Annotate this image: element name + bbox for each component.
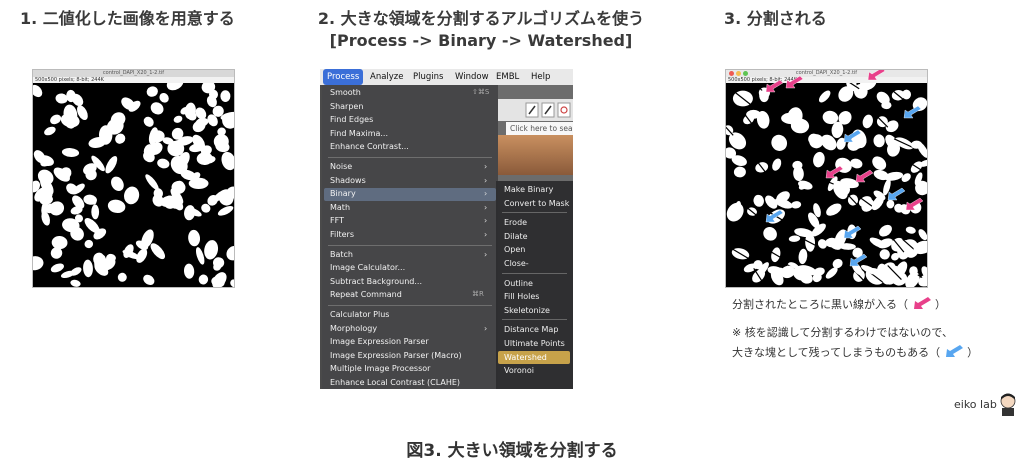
- menu-bar: Process Analyze Plugins Window EMBL Help: [320, 69, 573, 85]
- menu-separator: [502, 212, 567, 214]
- menu-shortcut: ⌘R: [472, 290, 484, 299]
- step2-line2: [Process -> Binary -> Watershed]: [329, 31, 633, 50]
- process-menu-item[interactable]: Noise: [330, 161, 352, 172]
- note1-text: 分割されたところに黒い線が入る（: [732, 298, 908, 311]
- nuclei-blobs: [33, 83, 234, 287]
- binary-nuclei-image: [33, 83, 234, 287]
- binary-submenu-item[interactable]: Ultimate Points: [504, 338, 565, 349]
- pink-arrow-icon: [855, 169, 874, 183]
- toolbar-strip: [498, 99, 573, 121]
- figure-caption: 図3. 大きい領域を分割する: [406, 441, 618, 461]
- blue-arrow-icon: [843, 225, 862, 239]
- process-menu-item[interactable]: Find Edges: [330, 114, 373, 125]
- process-menu-item[interactable]: Morphology: [330, 323, 377, 334]
- menu-separator: [328, 305, 492, 306]
- chevron-right-icon: ›: [484, 230, 488, 239]
- blue-arrow-icon: [903, 105, 922, 119]
- process-menu-item[interactable]: Calculator Plus: [330, 309, 389, 320]
- menu-embl[interactable]: EMBL: [492, 69, 523, 85]
- step1-heading: 1. 二値化した画像を用意する: [20, 9, 235, 28]
- process-menu-item[interactable]: Subtract Background...: [330, 276, 422, 287]
- process-menu-item[interactable]: FFT: [330, 215, 344, 226]
- watershed-menu-item[interactable]: Watershed: [504, 352, 547, 363]
- binary-submenu-item[interactable]: Distance Map: [504, 324, 558, 335]
- blue-arrow-icon: [849, 253, 868, 267]
- process-menu-item[interactable]: Repeat Command: [330, 289, 402, 300]
- step3-heading: 3. 分割される: [724, 9, 827, 28]
- step2-heading: 2. 大きな領域を分割するアルゴリズムを使う [Process -> Binar…: [291, 8, 671, 52]
- process-menu-item[interactable]: Image Calculator...: [330, 262, 405, 273]
- process-menu-item[interactable]: Enhance Contrast...: [330, 141, 409, 152]
- blue-arrow-icon: [843, 129, 862, 143]
- step2-line1: 2. 大きな領域を分割するアルゴリズムを使う: [317, 9, 645, 28]
- pink-arrow-icon: [905, 197, 924, 211]
- chevron-right-icon: ›: [484, 249, 488, 259]
- binary-submenu-item[interactable]: Convert to Mask: [504, 198, 569, 209]
- note2-end: ）: [967, 346, 979, 359]
- tool-icons: [525, 102, 571, 118]
- process-menu-item[interactable]: Find Maxima...: [330, 128, 388, 139]
- chevron-right-icon: ›: [484, 189, 488, 199]
- chevron-right-icon: ›: [484, 216, 488, 226]
- process-menu-item[interactable]: Smooth: [330, 87, 361, 98]
- binary-submenu-item[interactable]: Fill Holes: [504, 291, 539, 302]
- note-caveat-line1: ※ 核を認識して分割するわけではないので、: [732, 326, 953, 339]
- chevron-right-icon: ›: [484, 175, 488, 185]
- pink-arrow-icon: [913, 297, 931, 309]
- blue-arrow-icon: [945, 345, 963, 357]
- note-caveat-line2: 大きな塊として残ってしまうものもある（ ）: [732, 344, 978, 361]
- process-menu-item[interactable]: Sharpen: [330, 101, 363, 112]
- menu-process[interactable]: Process: [323, 69, 364, 85]
- process-menu-item[interactable]: Enhance Local Contrast (CLAHE): [330, 377, 460, 388]
- chevron-right-icon: ›: [484, 162, 488, 171]
- chevron-right-icon: ›: [484, 202, 488, 212]
- process-menu-item[interactable]: Multiple Image Processor: [330, 363, 430, 374]
- process-menu-item[interactable]: Binary: [330, 188, 356, 199]
- menu-separator: [502, 319, 567, 321]
- blue-arrow-icon: [887, 187, 906, 201]
- menu-separator: [502, 272, 567, 274]
- note1-end: ）: [935, 298, 946, 311]
- process-menu-item[interactable]: Image Expression Parser (Macro): [330, 350, 462, 361]
- binary-image-window: control_DAPI_X20_1-2.tif 500x500 pixels;…: [32, 69, 235, 288]
- imagej-menu-screenshot: Process Analyze Plugins Window EMBL Help…: [320, 69, 573, 389]
- pink-arrow-icon: [867, 70, 886, 81]
- process-menu-item[interactable]: Math: [330, 202, 350, 213]
- binary-submenu-item[interactable]: Voronoi: [504, 365, 534, 376]
- annotation-arrows: [765, 70, 924, 267]
- process-menu-item[interactable]: Shadows: [330, 175, 366, 186]
- pink-arrow-icon: [785, 75, 804, 89]
- binary-submenu: Make Binary Convert to Mask Erode Dilate Ope…: [496, 181, 573, 389]
- binary-submenu-item[interactable]: Dilate: [504, 231, 528, 242]
- menu-help[interactable]: Help: [527, 69, 554, 85]
- search-bar[interactable]: Click here to sea: [506, 122, 573, 135]
- process-menu: Smooth ⇧⌘S Sharpen Find Edges Find Maxima...…: [322, 85, 498, 389]
- menu-separator: [328, 157, 492, 158]
- blue-arrow-icon: [765, 209, 784, 223]
- menu-plugins[interactable]: Plugins: [409, 69, 447, 85]
- chevron-right-icon: ›: [484, 323, 488, 333]
- process-menu-item[interactable]: Image Expression Parser: [330, 336, 429, 347]
- process-menu-item[interactable]: Filters: [330, 229, 354, 240]
- avatar-icon: [1000, 393, 1016, 416]
- background-image: [498, 135, 573, 175]
- menu-shortcut: ⇧⌘S: [472, 88, 490, 96]
- note2-text: 大きな塊として残ってしまうものもある（: [732, 346, 941, 359]
- note-split-lines: 分割されたところに黒い線が入る（ ）: [732, 296, 946, 313]
- menu-separator: [328, 244, 492, 246]
- binary-submenu-item[interactable]: Make Binary: [504, 184, 553, 195]
- watershed-result-window: control_DAPI_X20_1-2.tif 500x500 pixels;…: [725, 69, 928, 288]
- eiko-lab-logo: eiko lab: [954, 398, 997, 411]
- pink-arrow-icon: [765, 79, 784, 93]
- binary-submenu-item[interactable]: Open: [504, 244, 525, 255]
- menu-window[interactable]: Window: [451, 69, 493, 85]
- window-titlebar: control_DAPI_X20_1-2.tif: [33, 70, 234, 77]
- process-menu-item[interactable]: Batch: [330, 249, 353, 260]
- binary-submenu-item[interactable]: Skeletonize: [504, 305, 550, 316]
- pink-arrow-icon: [825, 165, 844, 179]
- binary-submenu-item[interactable]: Close-: [504, 258, 529, 269]
- binary-submenu-item[interactable]: Erode: [504, 217, 527, 228]
- menu-analyze[interactable]: Analyze: [366, 69, 408, 85]
- binary-submenu-item[interactable]: Outline: [504, 278, 533, 289]
